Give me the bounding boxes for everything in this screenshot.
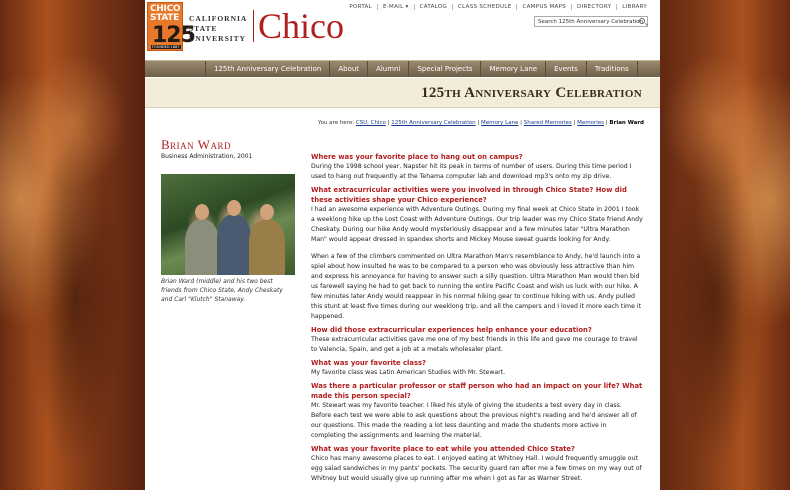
wordmark-line: CALIFORNIA [189,14,248,23]
breadcrumb-current: Brian Ward [609,120,644,126]
utility-nav: PORTAL E-MAIL ▾ CATALOG CLASS SCHEDULE C… [344,4,652,10]
utility-link-campus-maps[interactable]: CAMPUS MAPS [516,4,571,10]
search-icon[interactable] [639,18,645,24]
question: What extracurricular activities were you… [311,186,627,204]
utility-link-catalog[interactable]: CATALOG [413,4,452,10]
utility-link-library[interactable]: LIBRARY [616,4,652,10]
photo-face [260,204,274,220]
chico-state-125-logo[interactable]: CHICO STATE 125 FOUNDED 1887 [147,2,196,51]
wordmark-divider [253,10,254,42]
section-banner: 125th Anniversary Celebration [145,78,660,108]
answer: Mr. Stewart was my favorite teacher. I l… [311,402,637,439]
question: Where was your favorite place to hang ou… [311,153,523,161]
breadcrumb-link[interactable]: Shared Memories [524,120,572,126]
answer: Chico has many awesome places to eat. I … [311,455,642,482]
breadcrumb-prefix: You are here: [317,120,355,126]
question: What was your favorite class? [311,359,427,367]
qa-list: Where was your favorite place to hang ou… [311,152,643,487]
search-input[interactable]: Search 125th Anniversary Celebration [534,16,648,27]
answer: My favorite class was Latin American Stu… [311,369,506,376]
nav-item-traditions[interactable]: Traditions [587,61,638,77]
utility-link-portal[interactable]: PORTAL [344,4,377,10]
breadcrumb: You are here: CSU, Chico | 125th Anniver… [317,120,644,126]
wordmark-line: STATE [189,24,218,33]
utility-link-directory[interactable]: DIRECTORY [571,4,616,10]
question: What was your favorite place to eat whil… [311,445,575,453]
photo-person [217,215,251,275]
answer: I had an awesome experience with Adventu… [311,206,643,243]
photo-face [227,200,241,216]
nav-item-events[interactable]: Events [546,61,587,77]
photo-face [195,204,209,220]
logo-founded: FOUNDED 1887 [151,45,181,49]
nav-item-special-projects[interactable]: Special Projects [409,61,482,77]
breadcrumb-link[interactable]: Memories [577,120,604,126]
nav-item-memory-lane[interactable]: Memory Lane [481,61,547,77]
chico-wordmark[interactable]: Chico [258,6,344,46]
breadcrumb-link[interactable]: 125th Anniversary Celebration [391,120,475,126]
nav-item-alumni[interactable]: Alumni [368,61,410,77]
page-title: Brian Ward [161,137,231,152]
right-arch [640,0,790,490]
utility-link-class-schedule[interactable]: CLASS SCHEDULE [452,4,516,10]
breadcrumb-link[interactable]: CSU, Chico [356,120,386,126]
utility-link-email[interactable]: E-MAIL ▾ [377,4,414,10]
question: Was there a particular professor or staf… [311,382,643,400]
left-arch [0,0,150,490]
answer: During the 1998 school year, Napster hit… [311,163,632,180]
university-wordmark[interactable]: CALIFORNIA STATE UNIVERSITY [189,14,247,44]
profile-photo [161,174,295,275]
profile-major: Business Administration, 2001 [161,153,253,160]
search-input-text: Search 125th Anniversary Celebration [538,19,643,25]
banner-title: 125th Anniversary Celebration [421,85,642,101]
answer: When a few of the climbers commented on … [311,253,642,320]
answer: These extracurricular activities gave me… [311,336,638,353]
photo-person [249,220,285,275]
nav-item-125th[interactable]: 125th Anniversary Celebration [205,61,331,77]
page: CHICO STATE 125 FOUNDED 1887 CALIFORNIA … [145,0,660,490]
nav-item-about[interactable]: About [330,61,369,77]
main-nav: 125th Anniversary Celebration About Alum… [145,60,660,77]
breadcrumb-link[interactable]: Memory Lane [481,120,518,126]
photo-person [185,220,219,275]
question: How did those extracurricular experience… [311,326,592,334]
logo-text: CHICO STATE [150,4,181,23]
site-header: CHICO STATE 125 FOUNDED 1887 CALIFORNIA … [145,0,660,60]
photo-caption: Brian Ward (middle) and his two best fri… [161,278,283,303]
wordmark-line: UNIVERSITY [189,34,247,43]
